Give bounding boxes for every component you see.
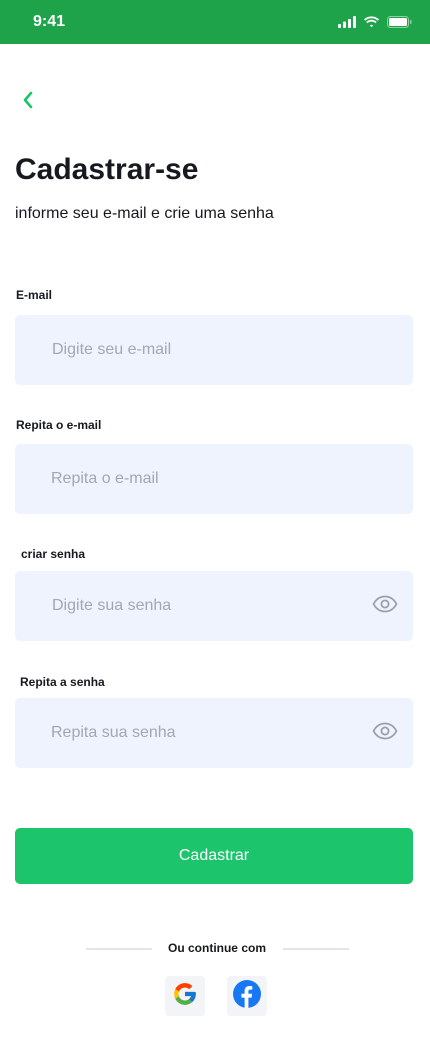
divider-line-right xyxy=(283,948,349,950)
back-button[interactable] xyxy=(14,88,42,116)
status-bar: 9:41 xyxy=(0,0,430,44)
email-confirm-field-container xyxy=(15,444,413,514)
status-icons xyxy=(338,15,412,33)
status-time: 9:41 xyxy=(33,13,66,30)
toggle-password-confirm-visibility-button[interactable] xyxy=(371,720,399,746)
toggle-password-visibility-button[interactable] xyxy=(371,593,399,619)
chevron-left-icon xyxy=(21,91,35,114)
email-confirm-field[interactable] xyxy=(15,444,413,514)
email-confirm-label: Repita o e-mail xyxy=(16,418,102,432)
password-label: criar senha xyxy=(21,547,86,561)
eye-icon xyxy=(372,595,398,618)
signal-icon xyxy=(338,15,356,33)
social-divider-text: Ou continue com xyxy=(167,941,266,955)
battery-icon xyxy=(387,15,412,33)
facebook-login-button[interactable] xyxy=(227,976,267,1016)
password-confirm-label: Repita a senha xyxy=(20,675,105,689)
email-field-container xyxy=(15,315,413,385)
password-field-container xyxy=(15,571,413,641)
password-confirm-field-container xyxy=(15,698,413,768)
password-field[interactable] xyxy=(15,571,413,641)
page-title: Cadastrar-se xyxy=(15,153,199,186)
password-confirm-field[interactable] xyxy=(15,698,413,768)
email-label: E-mail xyxy=(16,288,53,302)
google-icon xyxy=(172,981,198,1012)
facebook-icon xyxy=(233,979,261,1013)
page-subtitle: informe seu e-mail e crie uma senha xyxy=(15,205,274,222)
eye-icon xyxy=(372,722,398,745)
register-button[interactable]: Cadastrar xyxy=(15,828,413,884)
email-field[interactable] xyxy=(15,315,413,385)
google-login-button[interactable] xyxy=(165,976,205,1016)
wifi-icon xyxy=(363,15,380,33)
